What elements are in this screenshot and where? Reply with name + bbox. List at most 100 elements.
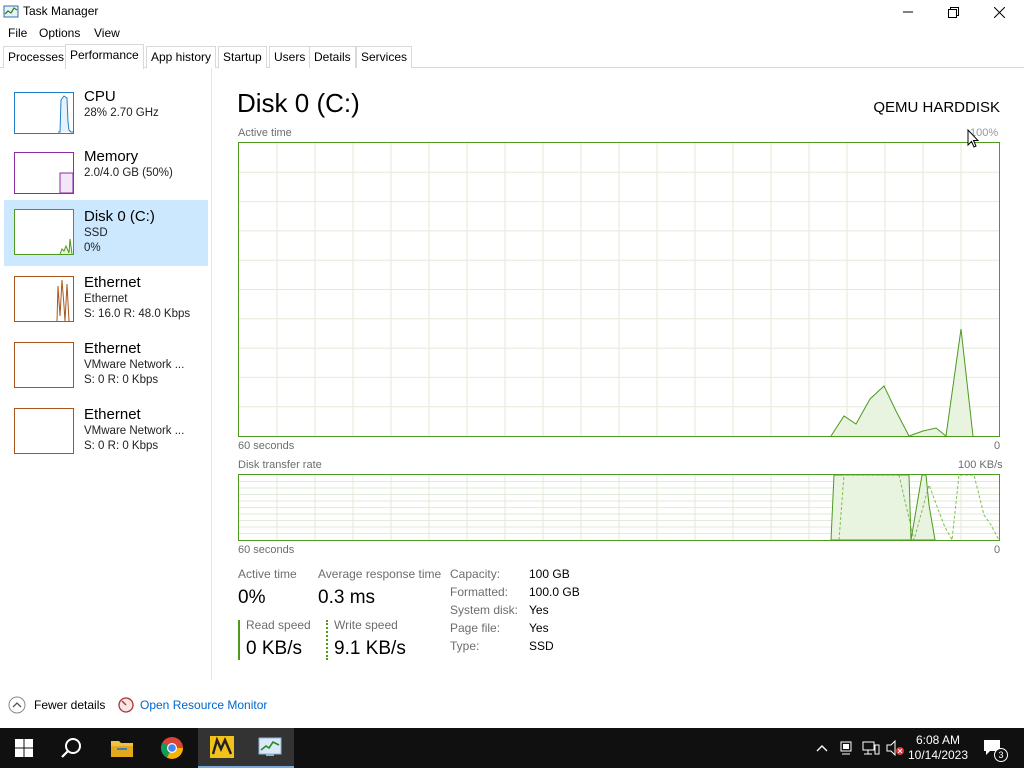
tab-processes[interactable]: Processes [3, 46, 70, 68]
search-button[interactable] [48, 728, 96, 768]
sidebar-item-subtitle: SSD [84, 227, 108, 239]
task-manager-icon [3, 5, 19, 18]
window-title: Task Manager [23, 4, 99, 18]
cpu-thumbnail-graph [14, 90, 74, 136]
performance-sidebar: CPU 28% 2.70 GHz Memory 2.0/4.0 GB (50%)… [0, 68, 212, 680]
active-time-graph-duration: 60 seconds [238, 440, 295, 452]
read-speed-legend-line [238, 620, 240, 660]
volume-muted-icon [886, 740, 904, 756]
transfer-rate-graph-min: 0 [994, 544, 1001, 556]
tab-services[interactable]: Services [356, 46, 413, 68]
tab-startup[interactable]: Startup [218, 46, 267, 68]
sidebar-item-ethernet-3[interactable]: Ethernet VMware Network ... S: 0 R: 0 Kb… [4, 406, 208, 472]
sidebar-item-disk[interactable]: Disk 0 (C:) SSD 0% [4, 200, 208, 266]
taskbar-chrome[interactable] [148, 728, 196, 768]
chevron-up-icon [816, 745, 828, 752]
sidebar-item-cpu[interactable]: CPU 28% 2.70 GHz [4, 88, 208, 154]
active-time-series [830, 328, 974, 436]
transfer-rate-graph [238, 474, 1000, 541]
avg-response-time-label: Average response time [318, 567, 442, 581]
sidebar-item-detail: S: 0 R: 0 Kbps [84, 374, 159, 386]
footer-bar: Fewer details Open Resource Monitor [0, 690, 1024, 718]
menu-bar: File Options View [0, 24, 1024, 44]
write-speed-legend-line [326, 620, 328, 660]
sidebar-item-subtitle: VMware Network ... [84, 359, 185, 371]
tab-details[interactable]: Details [309, 46, 356, 68]
memory-thumbnail-graph [14, 150, 74, 196]
system-disk-label: System disk: [450, 603, 519, 617]
tray-display-button[interactable] [836, 728, 856, 768]
fewer-details-label: Fewer details [34, 698, 106, 712]
sidebar-item-title: Ethernet [84, 274, 141, 291]
disk-thumbnail-graph [14, 209, 74, 255]
page-file-value: Yes [529, 621, 549, 635]
sidebar-item-detail: S: 0 R: 0 Kbps [84, 440, 159, 452]
action-center-button[interactable]: 3 [978, 728, 1008, 768]
sidebar-item-subtitle: VMware Network ... [84, 425, 185, 437]
write-speed-value: 9.1 KB/s [334, 638, 406, 659]
tab-app-history[interactable]: App history [146, 46, 217, 68]
tray-volume-button[interactable] [884, 728, 906, 768]
chrome-icon [161, 737, 183, 759]
menu-options[interactable]: Options [39, 26, 80, 40]
taskbar-task-manager[interactable] [246, 728, 294, 768]
tab-bar: Processes Performance App history Startu… [0, 44, 1024, 69]
write-speed-label: Write speed [334, 618, 398, 632]
sidebar-item-title: CPU [84, 88, 116, 105]
tab-performance[interactable]: Performance [65, 44, 144, 69]
fewer-details-button[interactable]: Fewer details [8, 696, 105, 714]
taskbar-file-explorer[interactable] [98, 728, 146, 768]
type-label: Type: [450, 639, 480, 653]
formatted-label: Formatted: [450, 585, 509, 599]
capacity-value: 100 GB [529, 567, 570, 581]
menu-file[interactable]: File [8, 26, 27, 40]
ethernet-thumbnail-graph [14, 276, 74, 322]
show-hidden-icons-button[interactable] [812, 728, 832, 768]
ethernet-thumbnail-graph [14, 342, 74, 388]
capacity-label: Capacity: [450, 567, 501, 581]
sidebar-item-title: Memory [84, 148, 139, 165]
read-speed-label: Read speed [246, 618, 311, 632]
start-button[interactable] [0, 728, 48, 768]
sidebar-item-title: Ethernet [84, 340, 141, 357]
sidebar-item-subtitle: 2.0/4.0 GB (50%) [84, 167, 173, 179]
active-time-graph-min: 0 [994, 440, 1001, 452]
network-icon [862, 741, 880, 755]
title-bar[interactable]: Task Manager [0, 0, 1024, 24]
tab-users[interactable]: Users [269, 46, 311, 68]
transfer-rate-graph-canvas [239, 475, 999, 540]
restore-button[interactable] [930, 0, 976, 24]
formatted-value: 100.0 GB [529, 585, 580, 599]
sidebar-item-ethernet-1[interactable]: Ethernet Ethernet S: 16.0 R: 48.0 Kbps [4, 274, 208, 340]
minimize-button[interactable] [885, 0, 931, 24]
page-file-label: Page file: [450, 621, 501, 635]
active-time-label: Active time [238, 567, 297, 581]
chevron-up-circle-icon [8, 696, 26, 714]
tray-network-button[interactable] [860, 728, 882, 768]
close-icon [993, 6, 1005, 18]
close-button[interactable] [976, 0, 1022, 24]
active-time-graph-canvas [239, 143, 999, 436]
avg-response-time-value: 0.3 ms [318, 587, 376, 608]
sidebar-item-subtitle: 28% 2.70 GHz [84, 107, 159, 119]
task-manager-window: Task Manager File Options View Processes… [0, 0, 1024, 728]
task-manager-icon [258, 737, 282, 756]
menu-view[interactable]: View [94, 26, 120, 40]
minimize-icon [903, 11, 913, 13]
active-time-graph-label: Active time [238, 127, 292, 139]
taskbar-app-yellow[interactable] [198, 728, 246, 768]
folder-icon [111, 741, 133, 757]
search-icon [61, 738, 81, 758]
device-name: QEMU HARDDISK [873, 99, 1000, 116]
clock[interactable]: 6:08 AM 10/14/2023 [908, 728, 968, 768]
sidebar-item-detail: 0% [84, 242, 101, 254]
display-icon [840, 741, 852, 755]
notification-count-badge: 3 [994, 748, 1008, 762]
windows-logo-icon [15, 739, 33, 757]
sidebar-item-ethernet-2[interactable]: Ethernet VMware Network ... S: 0 R: 0 Kb… [4, 340, 208, 406]
mouse-cursor-icon [967, 129, 979, 148]
clock-date: 10/14/2023 [907, 748, 969, 762]
resource-monitor-icon [118, 697, 134, 713]
open-resource-monitor-label: Open Resource Monitor [140, 698, 268, 712]
open-resource-monitor-link[interactable]: Open Resource Monitor [118, 696, 267, 714]
